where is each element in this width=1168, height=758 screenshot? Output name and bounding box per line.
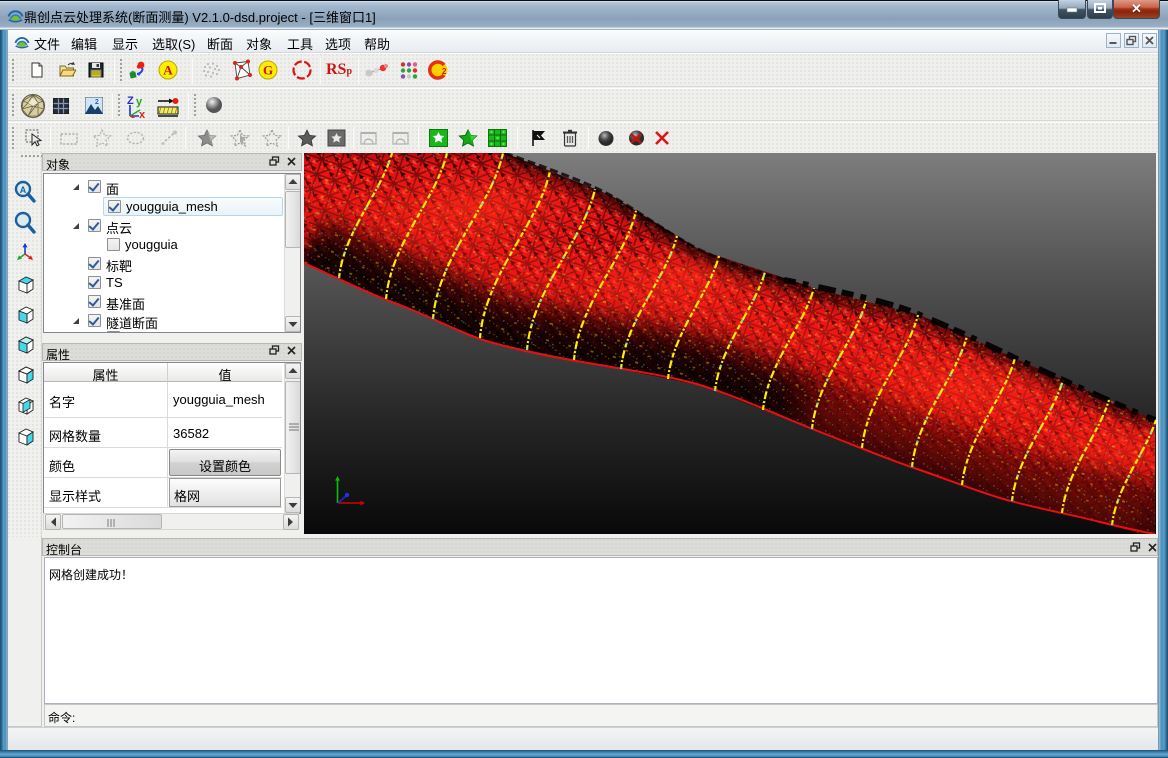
svg-text:G: G: [263, 63, 273, 78]
svg-text:A: A: [163, 63, 173, 78]
svg-text:2: 2: [95, 99, 99, 106]
svg-text:y: y: [136, 96, 143, 108]
svg-text:2: 2: [442, 67, 447, 76]
svg-text:x: x: [139, 109, 146, 118]
svg-text:A: A: [20, 185, 27, 195]
